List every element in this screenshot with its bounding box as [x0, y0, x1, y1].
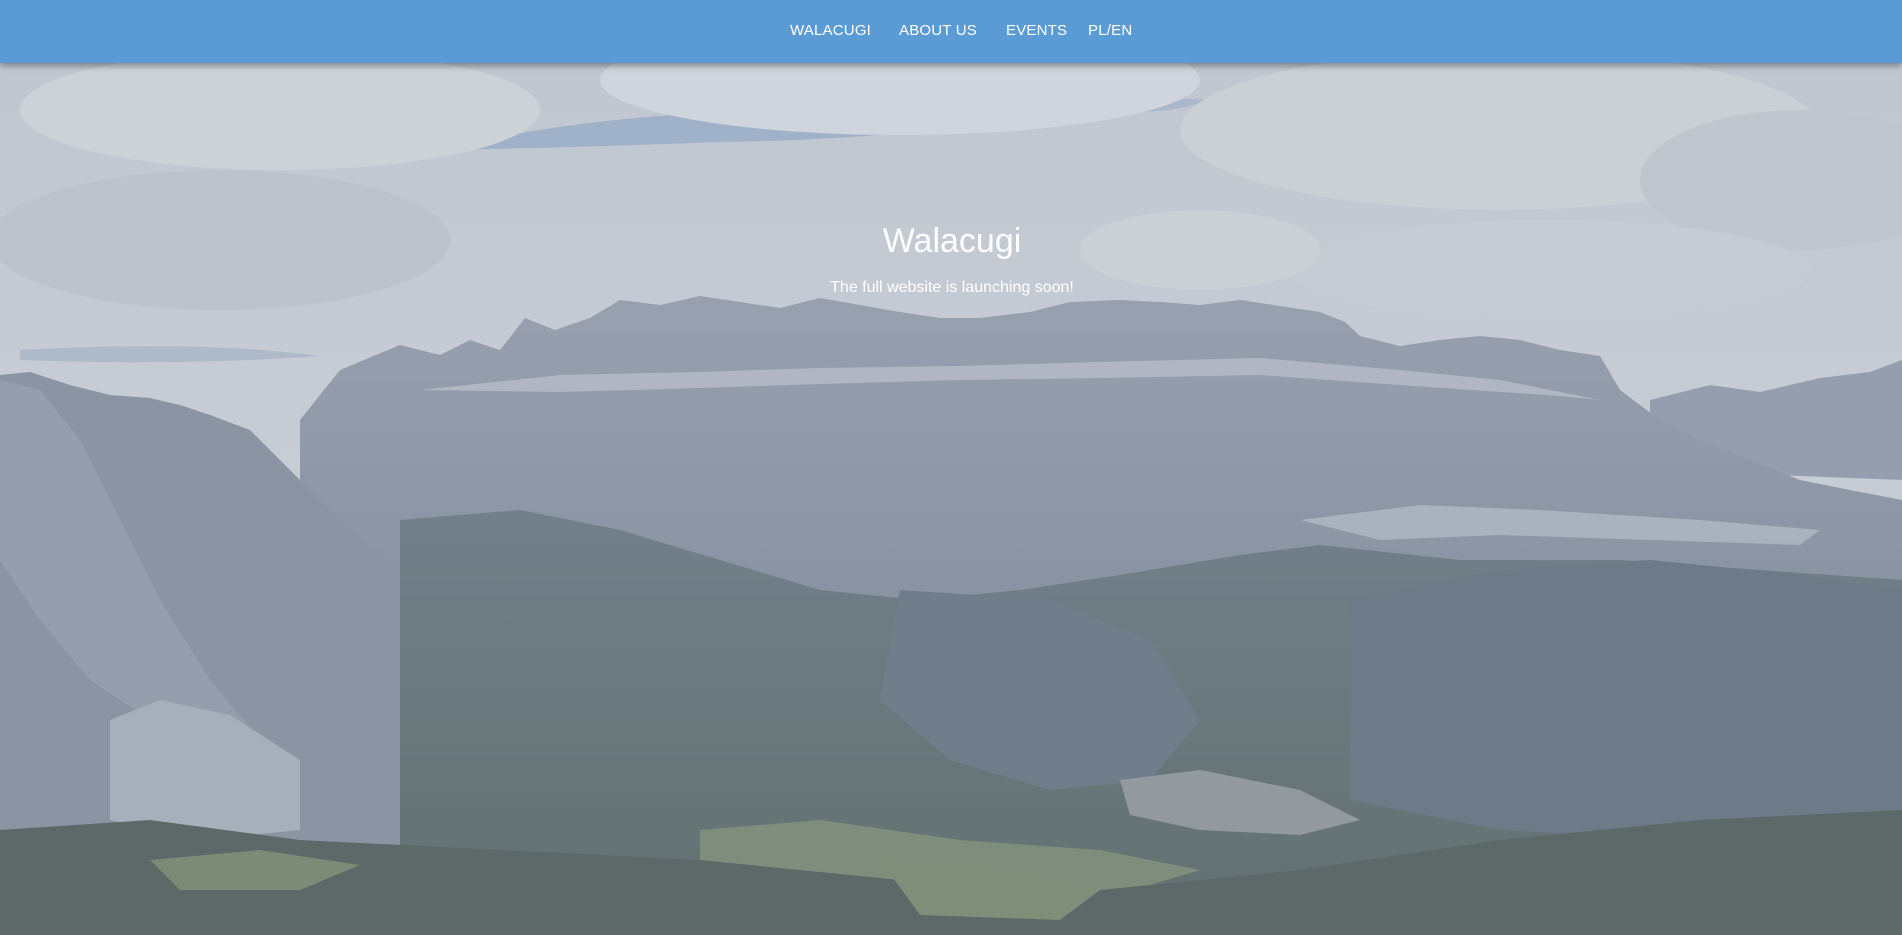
nav-link-walacugi[interactable]: WALACUGI: [790, 22, 871, 39]
top-navbar: WALACUGI ABOUT US EVENTS PL/EN: [0, 0, 1902, 63]
hero-title: Walacugi: [882, 222, 1022, 260]
hero-subtitle: The full website is launching soon!: [830, 279, 1074, 296]
landing-page: Walacugi The full website is launching s…: [0, 0, 1902, 935]
hero-overlay: [0, 0, 1902, 935]
hero-section: Walacugi The full website is launching s…: [0, 0, 1902, 935]
nav-link-language-toggle[interactable]: PL/EN: [1088, 22, 1132, 39]
nav-link-about-us[interactable]: ABOUT US: [899, 22, 977, 39]
nav-link-events[interactable]: EVENTS: [1006, 22, 1067, 39]
